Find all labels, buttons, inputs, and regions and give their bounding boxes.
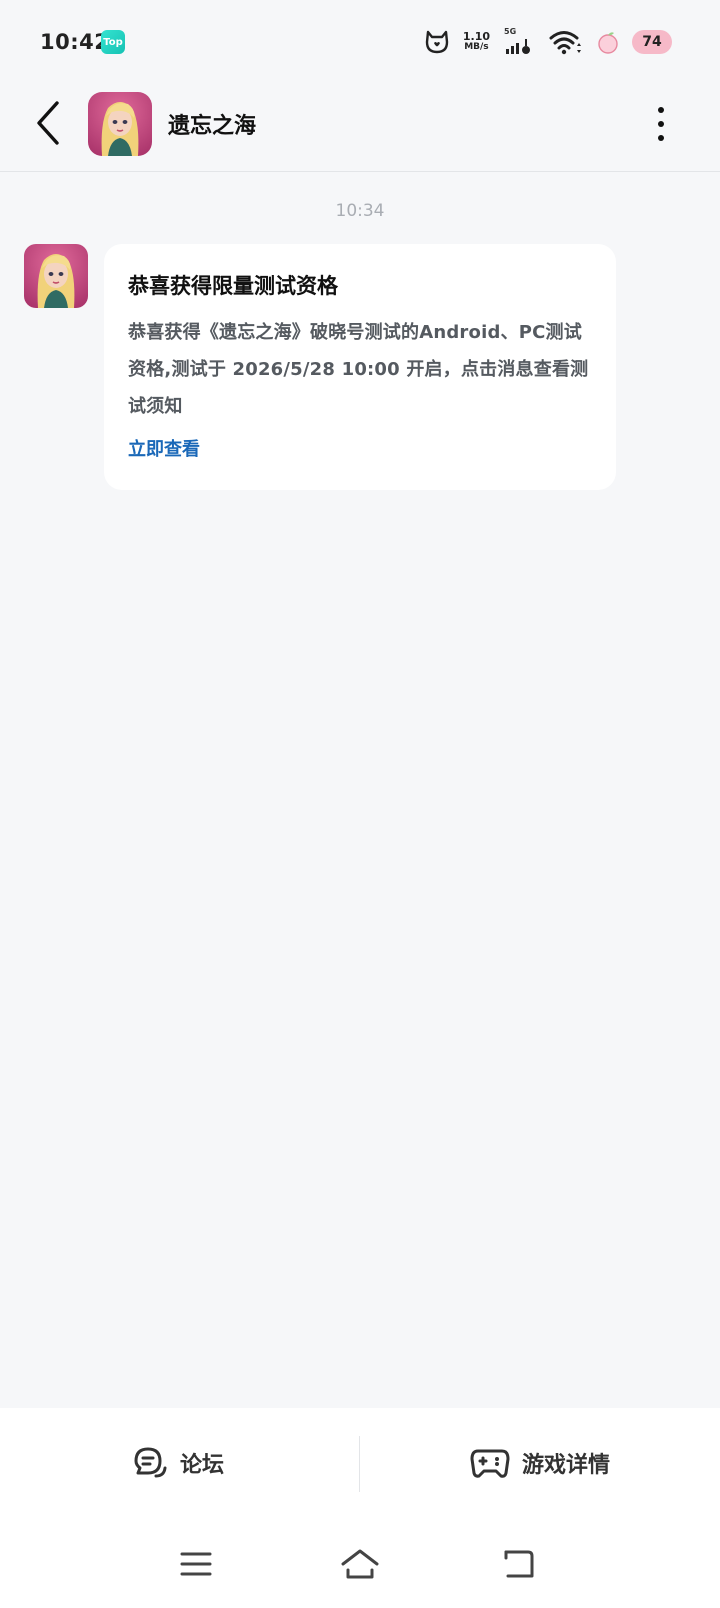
bottom-action-bar: 论坛 游戏详情 [0,1408,720,1518]
message-card[interactable]: 恭喜获得限量测试资格 恭喜获得《遗忘之海》破晓号测试的Android、PC测试资… [104,244,616,490]
game-details-button[interactable]: 游戏详情 [470,1408,610,1518]
gamepad-icon [470,1449,510,1478]
back-icon [37,101,59,145]
bottom-bar-divider [359,1436,360,1492]
return-icon [504,1550,534,1578]
game-details-label: 游戏详情 [522,1453,611,1478]
message-timestamp: 10:34 [335,201,385,221]
net-speed: 1.10 MB/s [463,30,490,53]
chat-header: 遗忘之海 [0,84,720,172]
status-time: 10:42 [40,30,110,54]
cat-icon [425,30,449,54]
peach-icon [598,32,618,54]
net-speed-unit: MB/s [464,42,489,53]
character-portrait-icon [88,92,152,156]
home-icon [341,1549,379,1579]
sender-avatar[interactable] [24,244,88,308]
wifi-icon [549,31,581,55]
system-nav-bar [0,1518,720,1608]
chat-title: 遗忘之海 [168,114,257,139]
game-avatar[interactable] [88,92,152,156]
home-button[interactable] [330,1534,390,1594]
top-app-icon: Top [101,30,125,54]
system-back-button[interactable] [488,1534,548,1594]
more-button[interactable] [646,104,676,144]
page: 10:42 Top 1.10 MB/s 5G 74 遗忘之海 10:34 恭喜获… [0,0,720,1608]
character-portrait-icon [24,244,88,308]
cellular-signal: 5G [502,27,536,57]
forum-label: 论坛 [180,1453,225,1478]
status-bar: 10:42 Top 1.10 MB/s 5G 74 [0,0,720,84]
back-button[interactable] [28,98,68,148]
more-icon-dot [658,135,664,141]
more-icon-dot [658,121,664,127]
recent-apps-button[interactable] [166,1534,226,1594]
message-body: 恭喜获得《遗忘之海》破晓号测试的Android、PC测试资格,测试于 2026/… [128,322,589,417]
forum-icon [134,1447,167,1478]
view-now-link[interactable]: 立即查看 [128,435,200,461]
battery-indicator: 74 [632,30,672,54]
forum-button[interactable]: 论坛 [132,1408,224,1518]
menu-icon [180,1552,212,1576]
signal-icon [506,39,530,54]
more-icon [658,107,664,113]
message-title: 恭喜获得限量测试资格 [128,274,338,298]
status-icons: 1.10 MB/s 5G 74 [423,24,672,60]
